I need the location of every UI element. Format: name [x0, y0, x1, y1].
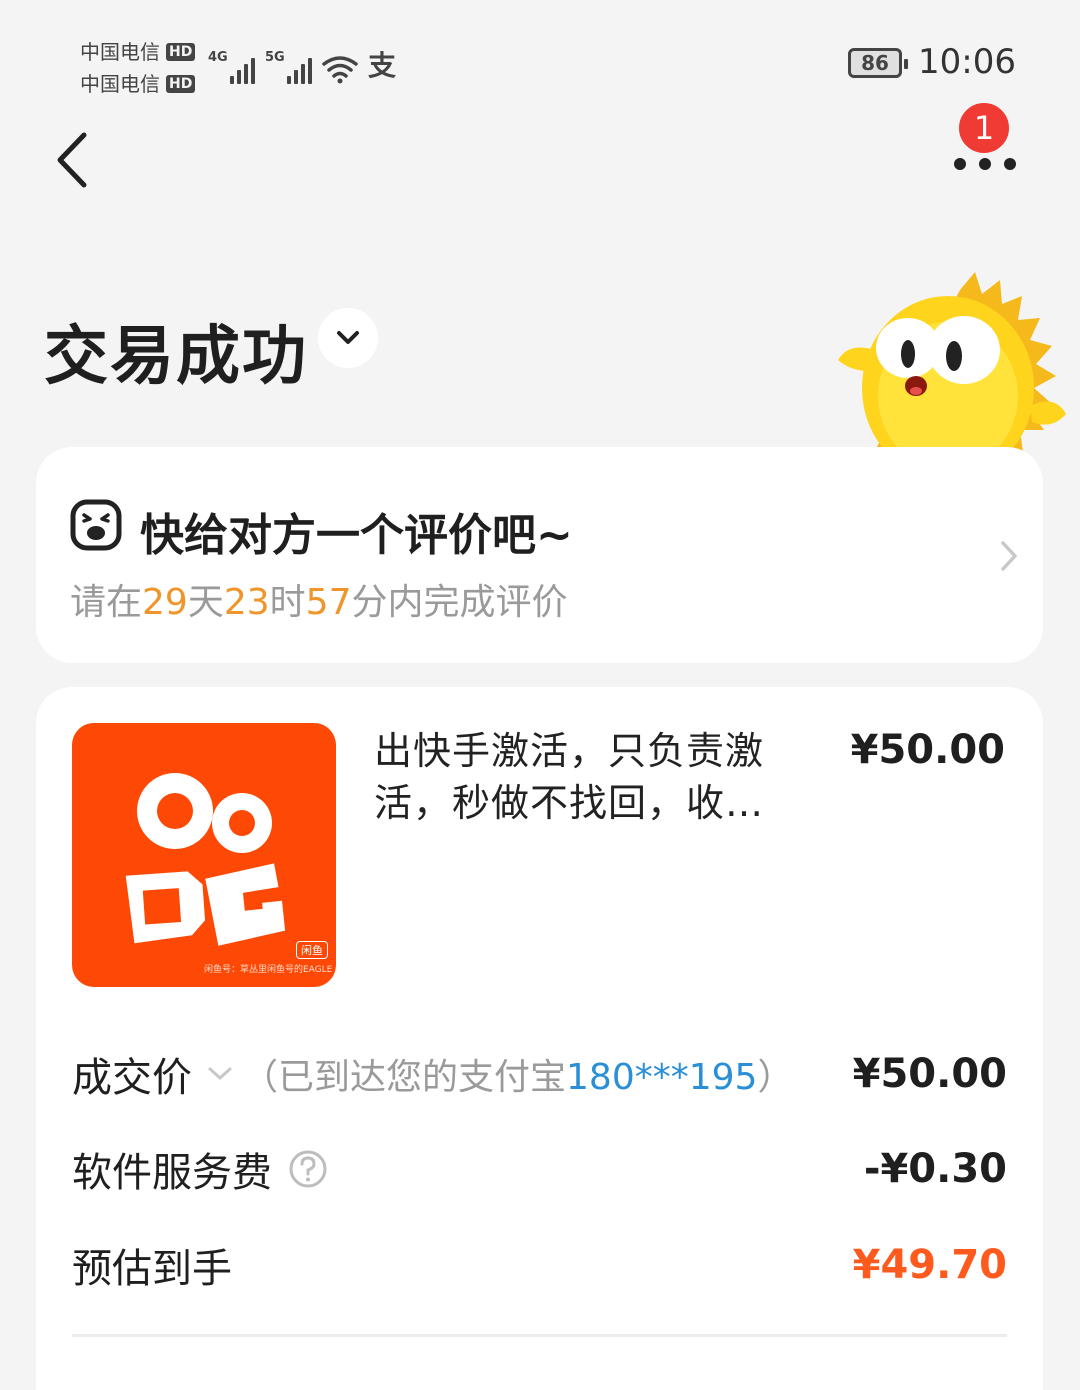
- countdown-days: 29: [142, 582, 188, 623]
- wifi-icon: [322, 56, 358, 84]
- countdown-suffix: 分内完成评价: [351, 582, 568, 623]
- countdown-hours-unit: 时: [269, 582, 306, 623]
- item-title[interactable]: 出快手激活，只负责激活，秒做不找回，收…: [374, 725, 804, 829]
- deal-price-value: ¥50.00: [852, 1051, 1007, 1097]
- status-expand-button[interactable]: [318, 308, 378, 368]
- countdown-days-unit: 天: [187, 582, 224, 623]
- chevron-down-icon: [337, 331, 359, 344]
- more-dots-icon: [954, 158, 1016, 170]
- review-prompt-title: 快给对方一个评价吧~: [140, 510, 573, 561]
- alipay-icon: 支: [368, 49, 397, 82]
- estimated-income-row: 预估到手 ¥49.70: [72, 1235, 1007, 1295]
- mascot-illustration: [838, 272, 1066, 460]
- back-button[interactable]: [50, 125, 100, 195]
- chevron-right-icon: [1001, 541, 1017, 571]
- thumbnail-watermark: 闲鱼号：草丛里闲鱼号的EAGLE: [204, 965, 333, 975]
- countdown-prefix: 请在: [70, 582, 143, 623]
- signal-5g-icon: 5G: [265, 50, 312, 84]
- item-thumbnail[interactable]: 闲鱼 闲鱼号：草丛里闲鱼号的EAGLE: [72, 723, 336, 987]
- deal-price-note: （已到达您的支付宝180***195）: [242, 1048, 793, 1100]
- deal-note-prefix: （已到达您的支付宝: [242, 1057, 567, 1098]
- help-icon[interactable]: [288, 1149, 328, 1189]
- countdown-hours: 23: [223, 582, 270, 623]
- network-type-label: 5G: [265, 50, 285, 65]
- order-item-card: 闲鱼 闲鱼号：草丛里闲鱼号的EAGLE 出快手激活，只负责激活，秒做不找回，收……: [36, 687, 1043, 1390]
- signal-4g-icon: 4G: [208, 50, 255, 84]
- carrier-info: 中国电信 HD 中国电信 HD: [80, 36, 196, 100]
- notification-badge: 1: [956, 100, 1012, 156]
- battery-level: 86: [861, 51, 889, 75]
- divider: [72, 1334, 1007, 1337]
- estimated-income-label: 预估到手: [72, 1246, 232, 1292]
- service-fee-value: -¥0.30: [863, 1146, 1007, 1192]
- hd-badge: HD: [166, 75, 196, 93]
- carrier-label: 中国电信: [80, 72, 160, 96]
- chevron-left-icon: [57, 132, 87, 188]
- network-type-label: 4G: [208, 50, 228, 65]
- service-fee-row: 软件服务费 -¥0.30: [72, 1139, 1007, 1199]
- alipay-account: 180***195: [566, 1057, 758, 1098]
- countdown-minutes: 57: [305, 582, 352, 623]
- deal-price-label: 成交价: [72, 1055, 192, 1101]
- carrier-label: 中国电信: [80, 40, 160, 64]
- deal-note-suffix: ）: [757, 1057, 794, 1098]
- deal-price-row: 成交价 （已到达您的支付宝180***195） ¥50.00: [72, 1044, 1007, 1104]
- laughing-face-icon: [70, 499, 122, 551]
- hd-badge: HD: [166, 43, 196, 61]
- battery-indicator: 86: [848, 48, 908, 78]
- review-countdown: 请在29天23时57分内完成评价: [70, 573, 568, 625]
- review-prompt-card[interactable]: 快给对方一个评价吧~ 请在29天23时57分内完成评价: [36, 447, 1043, 663]
- item-price: ¥50.00: [850, 727, 1005, 773]
- status-bar: 中国电信 HD 中国电信 HD 4G 5G 支 86 10:06: [0, 0, 1080, 110]
- estimated-income-value: ¥49.70: [852, 1242, 1007, 1288]
- signal-indicators: 4G 5G 支: [208, 44, 396, 84]
- chevron-down-icon[interactable]: [206, 1064, 234, 1084]
- thumbnail-tag: 闲鱼: [296, 941, 328, 959]
- clock: 10:06: [918, 42, 1016, 82]
- service-fee-label: 软件服务费: [72, 1150, 272, 1196]
- page-title: 交易成功: [44, 320, 308, 394]
